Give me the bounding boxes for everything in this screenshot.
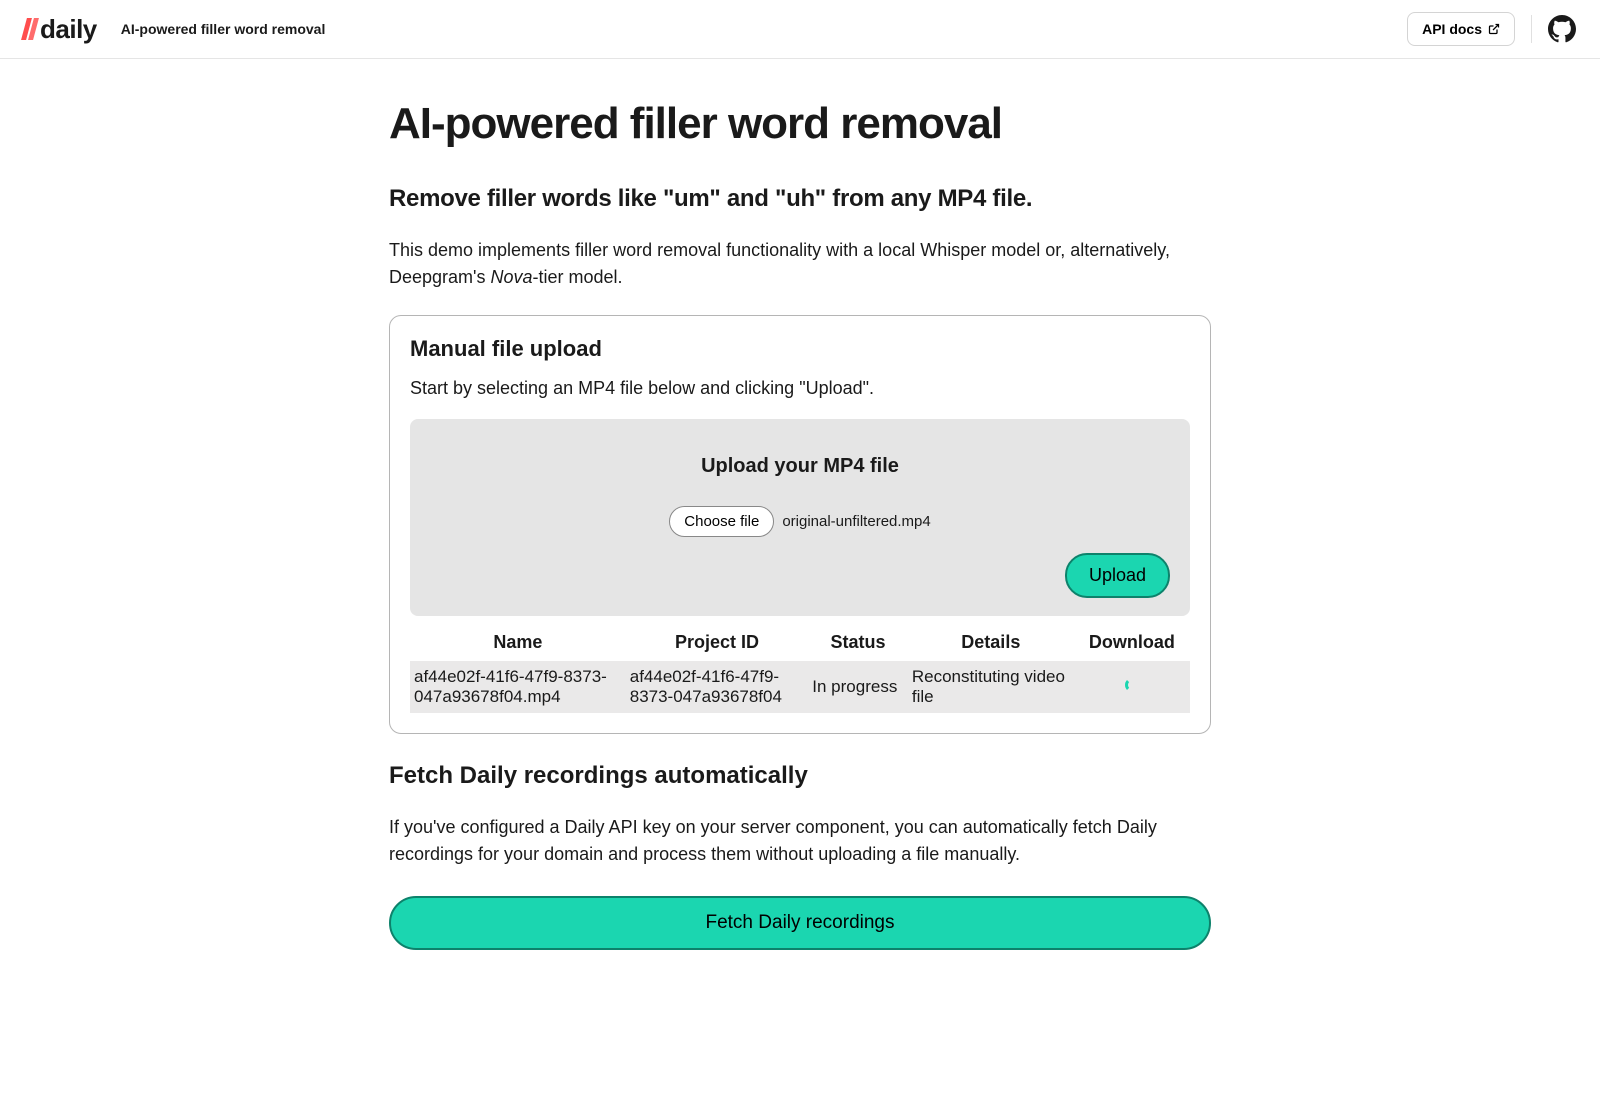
table-row: af44e02f-41f6-47f9-8373-047a93678f04.mp4…	[410, 661, 1190, 713]
header-subtitle: AI-powered filler word removal	[121, 21, 326, 37]
upload-button[interactable]: Upload	[1065, 553, 1170, 598]
upload-card-title: Manual file upload	[410, 336, 1190, 362]
fetch-recordings-button[interactable]: Fetch Daily recordings	[389, 896, 1211, 950]
upload-button-row: Upload	[430, 553, 1170, 598]
header: daily AI-powered filler word removal API…	[0, 0, 1600, 59]
github-link[interactable]	[1548, 15, 1576, 43]
th-status: Status	[808, 624, 908, 661]
page-title: AI-powered filler word removal	[389, 99, 1211, 149]
th-project-id: Project ID	[626, 624, 809, 661]
upload-instruction: Start by selecting an MP4 file below and…	[410, 378, 1190, 399]
logo[interactable]: daily	[24, 14, 97, 45]
choose-file-button[interactable]: Choose file	[669, 506, 774, 537]
api-docs-label: API docs	[1422, 21, 1482, 37]
divider	[1531, 15, 1532, 43]
description-post: -tier model.	[533, 267, 623, 287]
page-description: This demo implements filler word removal…	[389, 237, 1211, 291]
th-download: Download	[1074, 624, 1190, 661]
cell-download	[1074, 661, 1190, 713]
table-header-row: Name Project ID Status Details Download	[410, 624, 1190, 661]
header-left: daily AI-powered filler word removal	[24, 14, 325, 45]
logo-text: daily	[40, 14, 97, 45]
cell-project-id: af44e02f-41f6-47f9-8373-047a93678f04	[626, 661, 809, 713]
main-container: AI-powered filler word removal Remove fi…	[365, 59, 1235, 1010]
external-link-icon	[1488, 23, 1500, 35]
upload-card: Manual file upload Start by selecting an…	[389, 315, 1211, 734]
file-input-row: Choose file original-unfiltered.mp4	[669, 506, 930, 537]
uploads-table: Name Project ID Status Details Download …	[410, 624, 1190, 713]
logo-icon	[24, 18, 36, 40]
upload-label: Upload your MP4 file	[701, 455, 899, 478]
cell-status: In progress	[808, 661, 908, 713]
header-right: API docs	[1407, 12, 1576, 46]
page-subtitle: Remove filler words like "um" and "uh" f…	[389, 185, 1211, 213]
upload-box: Upload your MP4 file Choose file origina…	[410, 419, 1190, 616]
api-docs-button[interactable]: API docs	[1407, 12, 1515, 46]
github-icon	[1548, 15, 1576, 43]
selected-file-name: original-unfiltered.mp4	[782, 513, 930, 530]
cell-details: Reconstituting video file	[908, 661, 1074, 713]
cell-name: af44e02f-41f6-47f9-8373-047a93678f04.mp4	[410, 661, 626, 713]
th-name: Name	[410, 624, 626, 661]
fetch-section-text: If you've configured a Daily API key on …	[389, 814, 1211, 868]
fetch-section-title: Fetch Daily recordings automatically	[389, 762, 1211, 790]
spinner-icon	[1125, 678, 1139, 692]
description-em: Nova	[490, 267, 532, 287]
th-details: Details	[908, 624, 1074, 661]
